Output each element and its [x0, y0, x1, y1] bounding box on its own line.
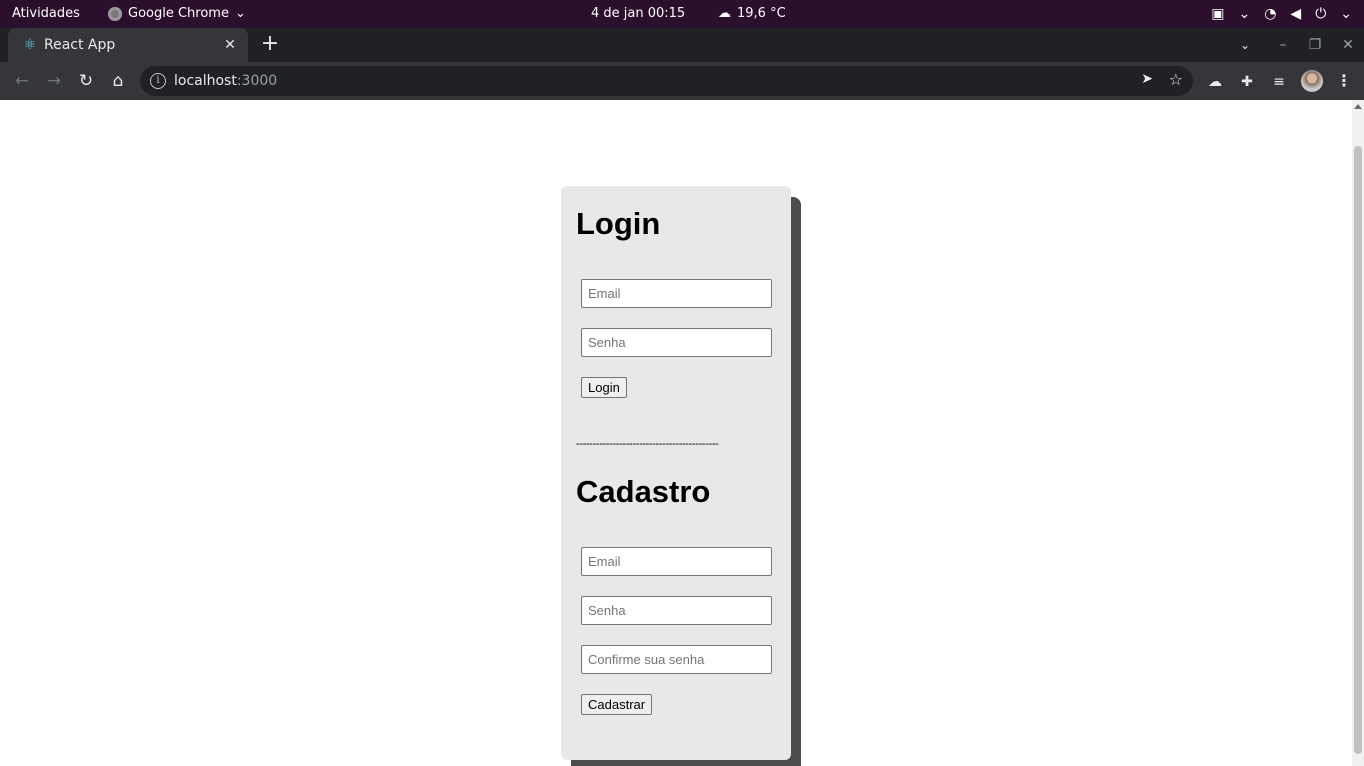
chevron-down-icon: ⌄ [234, 6, 246, 21]
auth-card: Login Login ----------------------------… [561, 186, 791, 760]
page-viewport: Login Login ----------------------------… [0, 100, 1352, 766]
signup-heading: Cadastro [576, 474, 711, 509]
tab-title: React App [44, 37, 116, 53]
login-password-input[interactable] [581, 328, 772, 357]
signup-button[interactable]: Cadastrar [581, 694, 653, 715]
chevron-down-icon[interactable]: ⌄ [1238, 0, 1250, 28]
extension-icon[interactable]: ☁ [1205, 72, 1225, 92]
reload-icon[interactable]: ↻ [74, 69, 98, 93]
cloud-icon: ☁ [718, 6, 731, 21]
wifi-icon[interactable]: ◔ [1264, 0, 1276, 28]
login-email-input[interactable] [581, 279, 772, 308]
chevron-down-icon[interactable]: ⌄ [1340, 0, 1352, 28]
media-playlist-icon[interactable]: ≡ [1269, 72, 1289, 92]
volume-icon[interactable]: ◀ [1290, 0, 1301, 28]
home-icon[interactable]: ⌂ [106, 69, 130, 93]
bookmark-star-icon[interactable]: ☆ [1169, 70, 1183, 89]
login-heading: Login [576, 206, 661, 241]
minimize-icon[interactable]: – [1273, 34, 1293, 56]
tab-react-app[interactable]: ⚛ React App ✕ [8, 28, 248, 62]
power-icon[interactable]: ⏻ [1315, 0, 1326, 28]
scrollbar-thumb[interactable] [1354, 146, 1362, 754]
puzzle-icon[interactable]: ✚ [1237, 72, 1257, 92]
system-top-bar: Atividades Google Chrome ⌄ 4 de jan 00:1… [0, 0, 1364, 28]
close-window-icon[interactable]: ✕ [1338, 34, 1358, 56]
page-scrollbar[interactable] [1352, 100, 1364, 766]
app-menu[interactable]: Google Chrome ⌄ [108, 0, 246, 28]
info-icon[interactable]: i [150, 73, 166, 89]
restore-icon[interactable]: ❐ [1305, 34, 1325, 56]
signup-email-input[interactable] [581, 547, 772, 576]
url-host: localhost [174, 73, 237, 89]
scroll-up-arrow-icon[interactable] [1354, 104, 1362, 109]
system-tray[interactable]: ▣ ⌄ ◔ ◀ ⏻ ⌄ [1211, 0, 1352, 28]
login-button[interactable]: Login [581, 377, 627, 398]
browser-toolbar: ← → ↻ ⌂ i localhost:3000 ➤ ☆ ☁ ✚ ≡ ⋮ [0, 62, 1364, 100]
activities-button[interactable]: Atividades [12, 0, 80, 28]
weather-indicator[interactable]: ☁ 19,6 °C [718, 0, 786, 28]
url-text[interactable]: localhost:3000 [174, 66, 277, 96]
tab-search-icon[interactable]: ⌄ [1234, 34, 1256, 56]
back-icon[interactable]: ← [10, 69, 34, 93]
address-bar[interactable]: i localhost:3000 ➤ ☆ [140, 66, 1193, 96]
react-icon: ⚛ [23, 37, 37, 53]
close-icon[interactable]: ✕ [220, 35, 240, 55]
clipboard-icon[interactable]: ▣ [1211, 0, 1224, 28]
signup-confirm-password-input[interactable] [581, 645, 772, 674]
weather-temperature: 19,6 °C [737, 6, 786, 21]
new-tab-button[interactable]: + [258, 33, 282, 58]
chrome-app-icon [108, 7, 122, 21]
profile-avatar[interactable] [1301, 70, 1323, 92]
tab-strip: ⚛ React App ✕ [0, 28, 1364, 62]
url-port: :3000 [236, 73, 278, 89]
forward-icon[interactable]: → [42, 69, 66, 93]
send-icon[interactable]: ➤ [1141, 71, 1153, 87]
app-menu-label: Google Chrome [128, 6, 229, 21]
signup-password-input[interactable] [581, 596, 772, 625]
menu-kebab-icon[interactable]: ⋮ [1334, 70, 1354, 92]
clock[interactable]: 4 de jan 00:15 [591, 0, 685, 28]
divider-dashes: ----------------------------------------… [576, 438, 719, 450]
